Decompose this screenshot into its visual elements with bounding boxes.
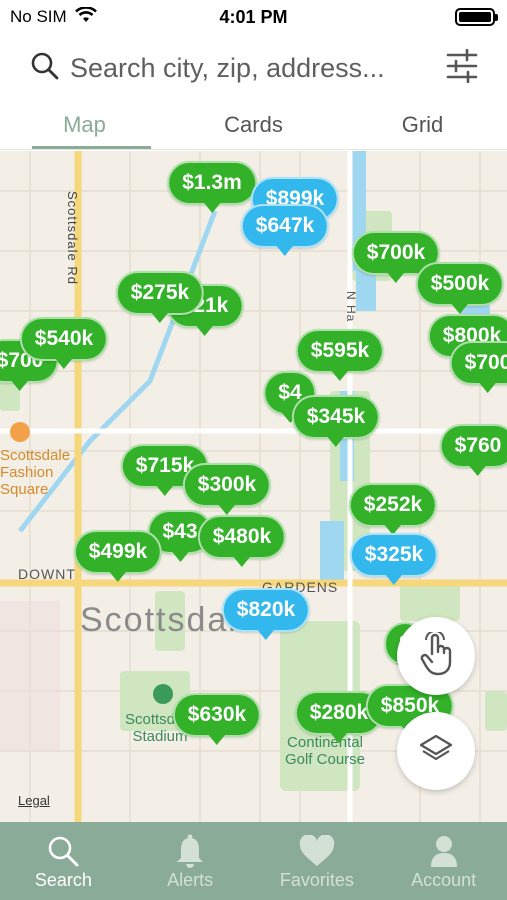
battery-fill — [459, 12, 491, 22]
bottom-nav: Search Alerts Favorites Account — [0, 822, 507, 900]
price-pin[interactable]: $595k — [295, 329, 385, 381]
tab-map[interactable]: Map — [0, 100, 169, 149]
app-screen: No SIM 4:01 PM Map Card — [0, 0, 507, 900]
price-pin[interactable]: $480k — [197, 515, 287, 567]
bell-icon — [176, 832, 204, 870]
price-pin[interactable]: $325k — [349, 533, 439, 585]
wifi-icon — [74, 5, 97, 28]
layers-icon — [419, 734, 453, 769]
search-icon — [30, 51, 60, 86]
nav-account-label: Account — [411, 870, 477, 890]
filter-sliders-icon — [446, 48, 478, 88]
battery-icon — [455, 8, 498, 26]
price-pin[interactable]: $760 — [439, 424, 507, 476]
status-bar: No SIM 4:01 PM — [0, 0, 507, 34]
nav-favorites[interactable]: Favorites — [254, 822, 381, 900]
nav-alerts-label: Alerts — [167, 870, 214, 890]
search-bar — [0, 40, 507, 96]
price-pin[interactable]: $345k — [291, 395, 381, 447]
tab-cards[interactable]: Cards — [169, 100, 338, 149]
price-pin[interactable]: $300k — [182, 463, 272, 515]
price-pin[interactable]: $499k — [73, 530, 163, 582]
nav-search-label: Search — [34, 870, 92, 890]
heart-icon — [299, 832, 335, 870]
place-label-fashion-square: Scottsdale Fashion Square — [0, 447, 71, 498]
view-tabs: Map Cards Grid — [0, 100, 507, 150]
place-label-golf-course: Continental Golf Course — [284, 734, 366, 768]
nav-alerts[interactable]: Alerts — [127, 822, 254, 900]
map-layers-button[interactable] — [397, 712, 475, 790]
filter-button[interactable] — [445, 48, 479, 88]
nav-favorites-label: Favorites — [279, 870, 354, 890]
search-icon — [46, 832, 80, 870]
hand-pointer-icon — [416, 629, 456, 681]
nav-account[interactable]: Account — [380, 822, 507, 900]
road-label-n-hayden: N Ha — [344, 291, 358, 323]
search-input[interactable] — [70, 52, 445, 84]
price-pin[interactable]: $275k — [115, 271, 205, 323]
person-icon — [429, 832, 459, 870]
price-pin[interactable]: $500k — [415, 262, 505, 314]
draw-search-button[interactable] — [397, 617, 475, 695]
carrier-label: No SIM — [10, 7, 67, 26]
road-label-scottsdale-rd: Scottsdale Rd — [65, 191, 80, 285]
legal-link[interactable]: Legal — [18, 793, 50, 808]
price-pin[interactable]: $647k — [240, 204, 330, 256]
tab-grid[interactable]: Grid — [338, 100, 507, 149]
price-pin[interactable]: $540k — [19, 317, 109, 369]
map-view[interactable]: Scottsdale Rd N Ha DOWNT GARDENS Scottsd… — [0, 151, 507, 822]
price-pin[interactable]: $252k — [348, 483, 438, 535]
nav-search[interactable]: Search — [0, 822, 127, 900]
price-pin[interactable]: $1.3m — [167, 161, 257, 213]
price-pin[interactable]: $820k — [221, 588, 311, 640]
price-pin[interactable]: $630k — [172, 693, 262, 745]
road-label-downtown: DOWNT — [18, 566, 76, 582]
price-pin[interactable]: $700 — [449, 341, 507, 393]
